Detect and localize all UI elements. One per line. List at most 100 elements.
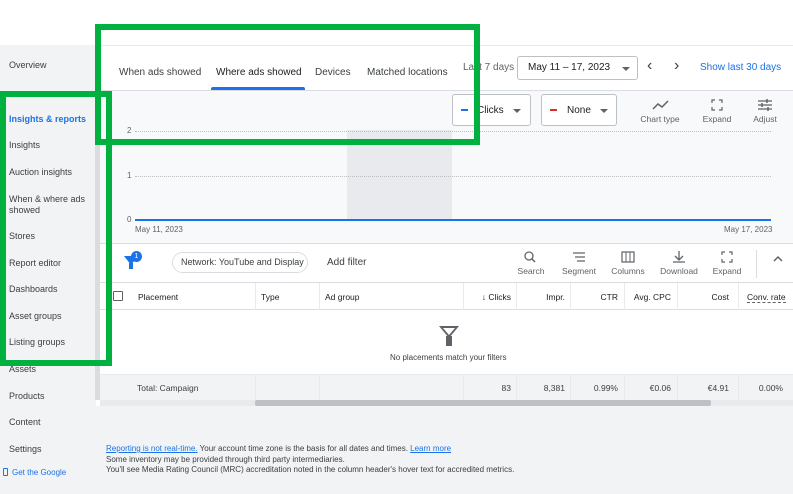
col-placement[interactable]: Placement <box>138 292 178 302</box>
col-cost[interactable]: Cost <box>700 292 729 302</box>
chevron-right-icon[interactable]: › <box>674 58 679 74</box>
nav-item-content[interactable]: Content <box>9 417 93 428</box>
col-separator <box>255 283 256 310</box>
date-range-select[interactable]: May 11 – 17, 2023 <box>517 56 638 80</box>
col-conv-rate[interactable]: Conv. rate <box>747 292 786 303</box>
y-tick-0: 0 <box>127 215 132 224</box>
col-separator <box>516 283 517 310</box>
segment-icon <box>573 252 585 262</box>
total-clicks: 83 <box>501 383 511 393</box>
search-icon <box>524 251 536 263</box>
gridline-1 <box>135 176 771 177</box>
footer-line-3: You'll see Media Rating Council (MRC) ac… <box>106 465 515 474</box>
search-label: Search <box>517 266 545 276</box>
col-impressions[interactable]: Impr. <box>528 292 565 302</box>
metric-none-label: None <box>567 105 591 116</box>
table-expand-button[interactable]: Expand <box>710 250 744 276</box>
chevron-down-icon <box>600 109 608 113</box>
network-filter-chip[interactable]: Network: YouTube and Display <box>172 252 308 273</box>
total-impressions: 8,381 <box>543 383 565 393</box>
adjust-label: Adjust <box>753 114 777 124</box>
col-separator <box>624 375 625 400</box>
learn-more-link[interactable]: Learn more <box>410 444 451 453</box>
col-separator <box>677 283 678 310</box>
filter-count-badge: 1 <box>131 251 142 262</box>
filter-icon-inner <box>443 328 455 335</box>
col-separator <box>463 283 464 310</box>
filter-icon-stem <box>129 263 133 269</box>
metric-clicks-label: Clicks <box>477 105 504 116</box>
chart-type-button[interactable]: Chart type <box>640 98 680 124</box>
phone-icon <box>3 468 8 476</box>
toolbar-separator <box>756 250 757 278</box>
col-separator <box>738 375 739 400</box>
columns-button[interactable]: Columns <box>608 250 648 276</box>
total-ctr: 0.99% <box>593 383 618 393</box>
chevron-left-icon[interactable]: ‹ <box>647 58 652 74</box>
col-avg-cpc[interactable]: Avg. CPC <box>630 292 671 302</box>
chevron-down-icon <box>622 67 630 71</box>
total-label: Total: Campaign <box>137 383 199 393</box>
col-conv-rate-label: Conv. rate <box>747 292 786 303</box>
highlight-box-nav <box>0 91 112 366</box>
select-all-checkbox[interactable] <box>113 291 123 301</box>
x-tick-end: May 17, 2023 <box>724 225 773 234</box>
col-clicks[interactable]: ↓ Clicks <box>477 292 511 302</box>
download-button[interactable]: Download <box>658 250 700 276</box>
total-avg-cpc: €0.06 <box>649 383 671 393</box>
show-last-30-days-link[interactable]: Show last 30 days <box>700 62 781 73</box>
col-separator <box>463 375 464 400</box>
table-toolbar-divider <box>100 243 793 244</box>
line-chart-icon <box>652 100 669 110</box>
highlight-box-tabs <box>95 24 480 145</box>
segment-button[interactable]: Segment <box>560 250 598 276</box>
col-ctr[interactable]: CTR <box>590 292 618 302</box>
col-separator <box>319 375 320 400</box>
download-icon <box>673 251 685 263</box>
nav-item-settings[interactable]: Settings <box>9 444 93 455</box>
col-separator <box>255 375 256 400</box>
chevron-up-icon[interactable] <box>772 254 784 264</box>
nav-item-products[interactable]: Products <box>9 391 93 402</box>
col-type[interactable]: Type <box>261 292 279 302</box>
col-clicks-label: Clicks <box>488 292 511 302</box>
tune-icon <box>758 99 772 111</box>
expand-icon <box>721 251 733 263</box>
nav-item-overview[interactable]: Overview <box>9 60 93 71</box>
col-ad-group[interactable]: Ad group <box>325 292 360 302</box>
y-tick-1: 1 <box>127 171 132 180</box>
col-separator <box>319 283 320 310</box>
expand-icon <box>711 99 723 111</box>
get-google-label: Get the Google <box>12 468 67 477</box>
col-separator <box>738 283 739 310</box>
chart-expand-label: Expand <box>702 114 732 124</box>
reporting-link[interactable]: Reporting is not real-time. <box>106 444 198 453</box>
col-separator <box>516 375 517 400</box>
chevron-down-icon <box>513 109 521 113</box>
table-expand-label: Expand <box>712 266 742 276</box>
filter-icon-stem <box>446 336 452 346</box>
chart-type-label: Chart type <box>640 114 680 124</box>
col-separator <box>624 283 625 310</box>
x-tick-start: May 11, 2023 <box>135 225 183 234</box>
footer-line-2: Some inventory may be provided through t… <box>106 455 345 464</box>
col-separator <box>570 283 571 310</box>
table-header: Placement Type Ad group ↓ Clicks Impr. C… <box>100 282 793 310</box>
chart-expand-button[interactable]: Expand <box>700 98 734 124</box>
download-label: Download <box>660 266 698 276</box>
metric-none-select[interactable]: None <box>541 94 617 126</box>
footer-line-1-text: Your account time zone is the basis for … <box>197 444 411 453</box>
columns-icon <box>621 251 635 263</box>
get-google-link[interactable]: Get the Google <box>3 468 66 477</box>
total-conv-rate: 0.00% <box>758 383 783 393</box>
search-button[interactable]: Search <box>514 250 548 276</box>
col-separator <box>570 375 571 400</box>
date-range-value: May 11 – 17, 2023 <box>528 62 611 73</box>
total-row: Total: Campaign 83 8,381 0.99% €0.06 €4.… <box>100 374 793 400</box>
footer-line-1: Reporting is not real-time. Your account… <box>106 444 451 453</box>
adjust-button[interactable]: Adjust <box>748 98 782 124</box>
col-separator <box>677 375 678 400</box>
segment-label: Segment <box>561 266 597 276</box>
add-filter-button[interactable]: Add filter <box>327 257 366 268</box>
total-cost: €4.91 <box>707 383 729 393</box>
